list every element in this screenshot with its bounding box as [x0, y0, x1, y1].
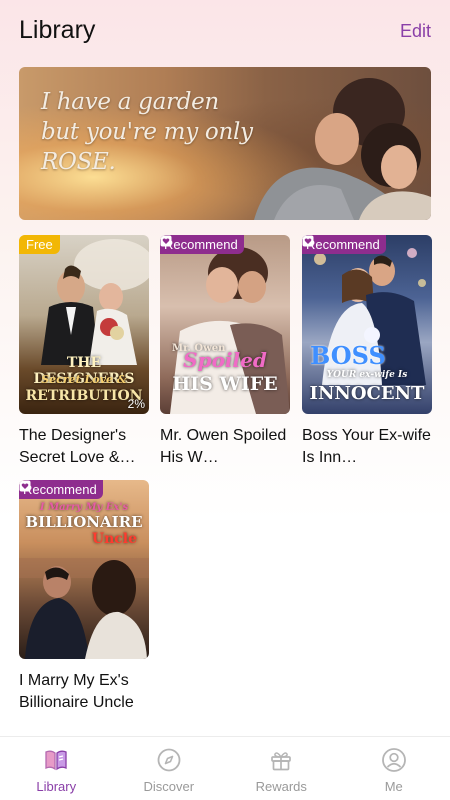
bookmark-heart-icon — [19, 480, 31, 492]
book-title[interactable]: I Marry My Ex's Billionaire Uncle — [19, 670, 149, 714]
edit-button[interactable]: Edit — [400, 21, 431, 42]
cover-title-2: YOUR ex-wife Is — [326, 370, 408, 380]
bookmark-heart-icon — [160, 235, 172, 247]
tab-library[interactable]: Library — [0, 737, 113, 800]
book-cover[interactable]: I Marry My Ex's BILLIONAIRE Uncle Recomm… — [19, 480, 149, 659]
book-title[interactable]: Boss Your Ex-wife Is Inn… — [302, 425, 432, 469]
book-title[interactable]: Mr. Owen Spoiled His W… — [160, 425, 290, 469]
cover-title-3: HIS WIFE — [172, 373, 278, 395]
book-icon — [45, 750, 67, 771]
gift-icon — [271, 752, 292, 771]
book-cover[interactable]: THE DESIGNER'S Secret Love & RETRIBUTION… — [19, 235, 149, 414]
banner-line-2: but you're my only — [41, 119, 253, 145]
cover-title-2: BILLIONAIRE — [25, 513, 143, 531]
reading-progress: 2% — [127, 397, 145, 411]
recommend-badge: Recommend — [160, 235, 244, 254]
cover-title-3: INNOCENT — [309, 383, 425, 404]
header: Library Edit — [0, 0, 450, 62]
cover-title-3: Uncle — [91, 531, 137, 547]
cover-title-1: I Marry My Ex's — [39, 502, 129, 513]
tab-label: Library — [36, 779, 77, 794]
book-card[interactable]: I Marry My Ex's BILLIONAIRE Uncle Recomm… — [19, 480, 149, 714]
promo-banner[interactable]: I have a garden but you're my only ROSE. — [19, 67, 431, 220]
tab-me[interactable]: Me — [338, 737, 450, 800]
bottom-tab-bar: Library Discover Rewards Me — [0, 736, 450, 800]
book-cover[interactable]: BOSS YOUR ex-wife Is INNOCENT Recommend — [302, 235, 432, 414]
book-title[interactable]: The Designer's Secret Love &… — [19, 425, 149, 469]
book-card[interactable]: THE DESIGNER'S Secret Love & RETRIBUTION… — [19, 235, 149, 469]
tab-label: Rewards — [255, 779, 307, 794]
recommend-badge-label: Recommend — [164, 237, 238, 252]
book-cover[interactable]: Mr. Owen Spoiled HIS WIFE Recommend — [160, 235, 290, 414]
recommend-badge: Recommend — [302, 235, 386, 254]
tab-label: Me — [384, 779, 403, 794]
free-badge: Free — [19, 235, 60, 254]
cover-title-2: Secret Love & — [41, 373, 127, 386]
recommend-badge-label: Recommend — [23, 482, 97, 497]
book-card[interactable]: Mr. Owen Spoiled HIS WIFE Recommend Mr. … — [160, 235, 290, 469]
page-title: Library — [19, 16, 96, 44]
recommend-badge: Recommend — [19, 480, 103, 499]
tab-rewards[interactable]: Rewards — [225, 737, 338, 800]
banner-caption: I have a garden but you're my only ROSE. — [41, 87, 253, 177]
cover-title-2: Spoiled — [183, 348, 267, 372]
recommend-badge-label: Recommend — [306, 237, 380, 252]
book-card[interactable]: BOSS YOUR ex-wife Is INNOCENT Recommend … — [302, 235, 432, 469]
tab-label: Discover — [143, 779, 195, 794]
user-icon — [381, 748, 406, 772]
tab-discover[interactable]: Discover — [113, 737, 226, 800]
banner-line-3: ROSE. — [41, 149, 116, 175]
banner-line-1: I have a garden — [41, 89, 219, 115]
bookmark-heart-icon — [302, 235, 314, 247]
cover-title-1: BOSS — [310, 341, 386, 370]
compass-icon — [157, 748, 181, 772]
